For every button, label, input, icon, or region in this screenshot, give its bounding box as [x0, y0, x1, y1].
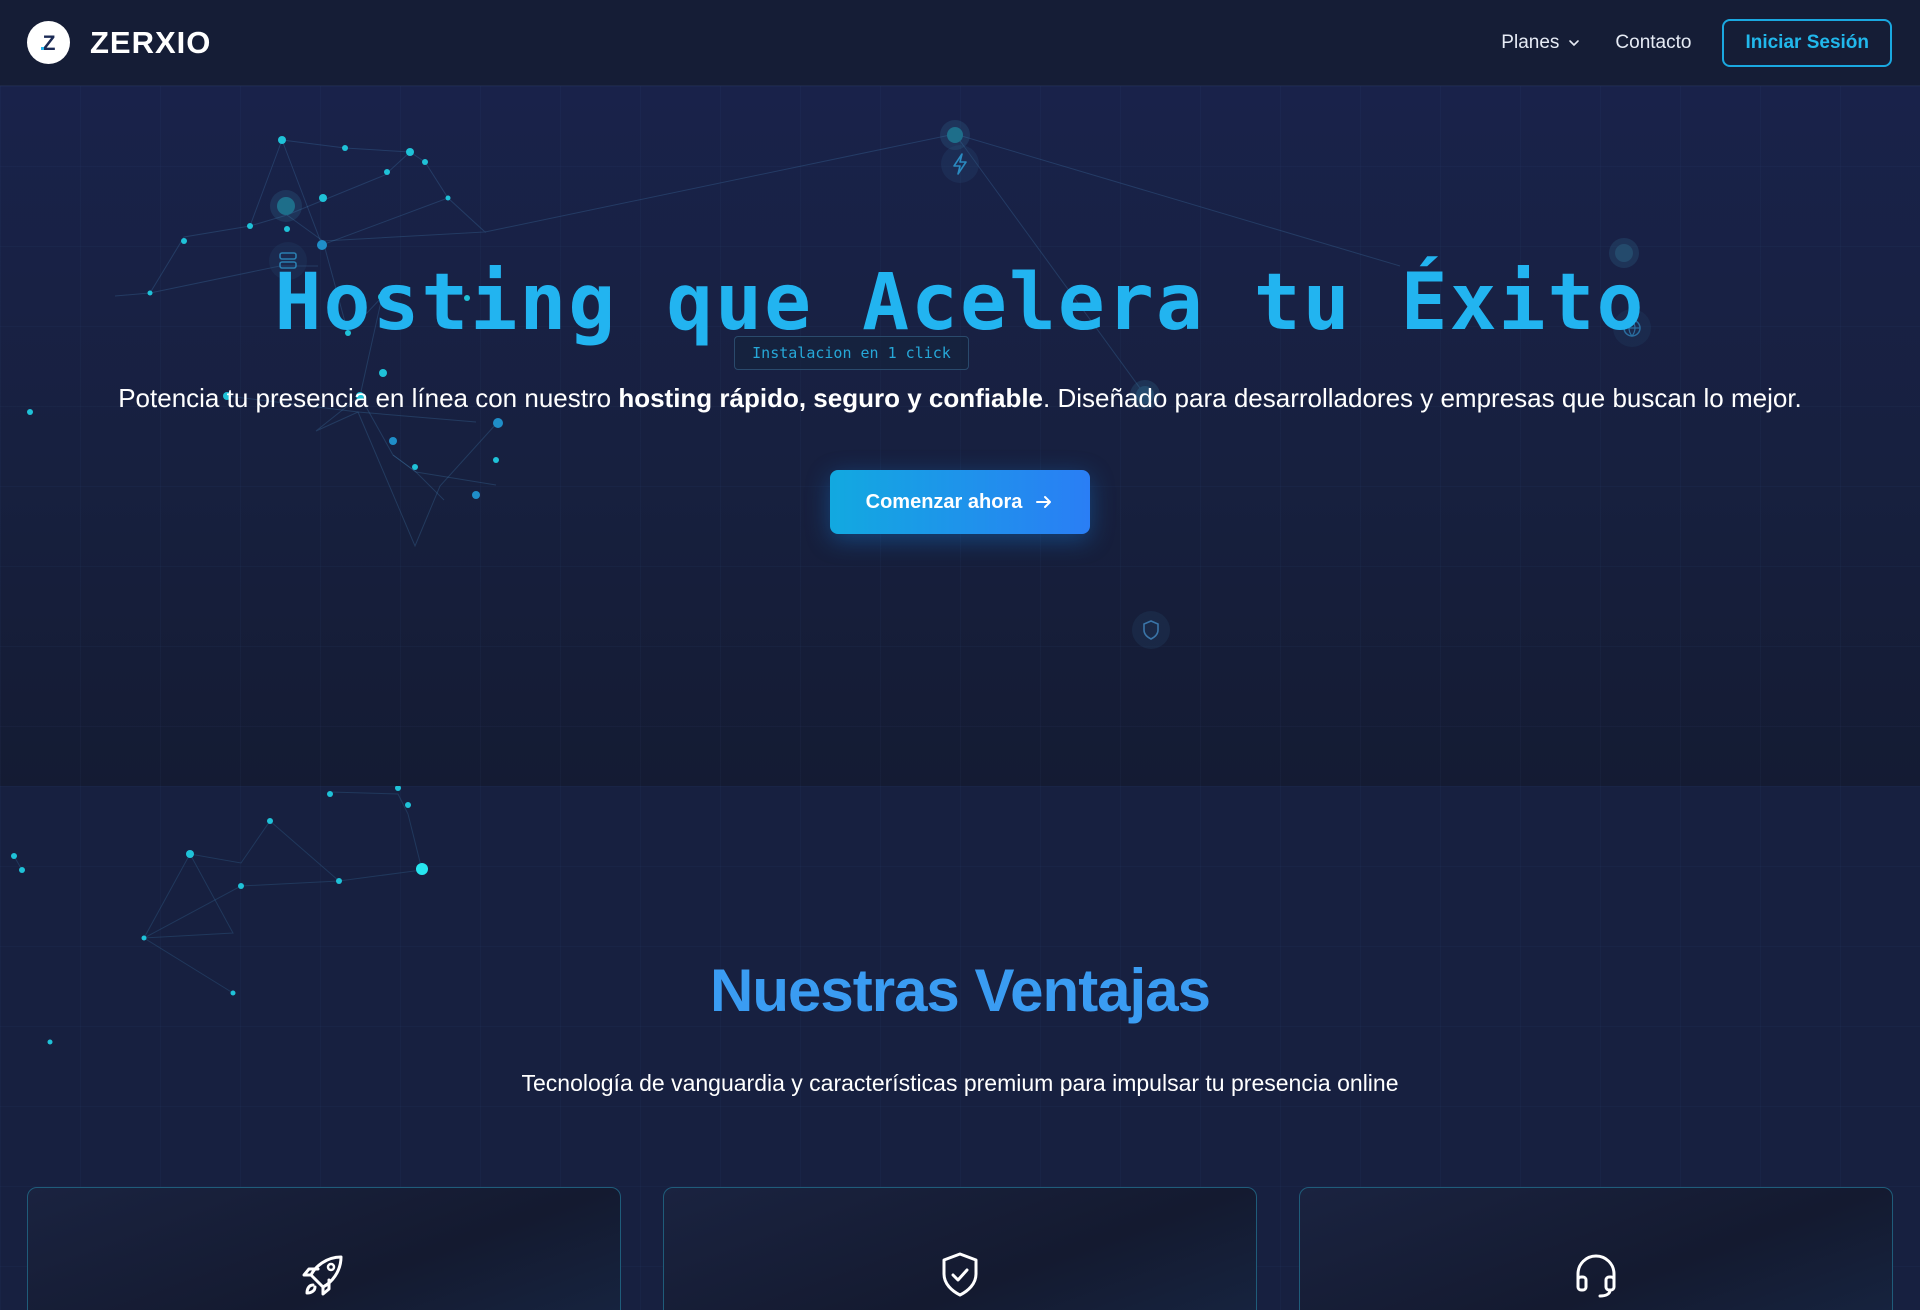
nav-link-planes[interactable]: Planes: [1501, 32, 1581, 54]
hero-title: Hosting que Acelera tu Éxito: [274, 258, 1646, 348]
feature-card-security: [663, 1187, 1257, 1310]
rocket-icon: [302, 1255, 343, 1296]
hero-subtitle-bold: hosting rápido, seguro y confiable: [618, 383, 1044, 413]
features-title: Nuestras Ventajas: [710, 957, 1211, 1024]
shield-check-icon: [942, 1252, 978, 1297]
network-graphic: [27, 120, 1639, 548]
features-section: Nuestras Ventajas Tecnología de vanguard…: [0, 786, 1920, 1310]
nav-link-contacto[interactable]: Contacto: [1615, 32, 1691, 54]
arrow-right-icon: [1036, 496, 1052, 508]
shield-icon: [1132, 611, 1170, 649]
install-badge: Instalacion en 1 click: [734, 336, 969, 370]
start-now-label: Comenzar ahora: [865, 490, 1023, 513]
top-nav: Z ZERXIO Planes Contacto Iniciar Sesión: [0, 0, 1920, 86]
feature-card-speed: [27, 1187, 621, 1310]
login-button[interactable]: Iniciar Sesión: [1722, 18, 1892, 67]
start-now-button[interactable]: Comenzar ahora: [830, 470, 1090, 534]
brand-name: ZERXIO: [90, 24, 212, 60]
hero-section: Hosting que Acelera tu Éxito Instalacion…: [0, 86, 1920, 786]
hero-subtitle-post: . Diseñado para desarrolladores y empres…: [1043, 383, 1802, 413]
features-subtitle: Tecnología de vanguardia y característic…: [521, 1070, 1399, 1096]
hero-subtitle-pre: Potencia tu presencia en línea con nuest…: [118, 383, 619, 413]
bolt-icon: [941, 145, 979, 183]
logo-icon: Z: [27, 21, 70, 64]
hero-subtitle: Potencia tu presencia en línea con nuest…: [0, 383, 1920, 414]
nav-link-planes-label: Planes: [1501, 31, 1560, 53]
nav-menu: Planes Contacto Iniciar Sesión: [1501, 18, 1892, 67]
brand[interactable]: Z ZERXIO: [27, 21, 211, 64]
chevron-down-icon: [1569, 39, 1580, 46]
feature-card-support: [1299, 1187, 1893, 1310]
logo-letter: Z: [42, 32, 55, 55]
headset-icon: [1576, 1254, 1616, 1298]
